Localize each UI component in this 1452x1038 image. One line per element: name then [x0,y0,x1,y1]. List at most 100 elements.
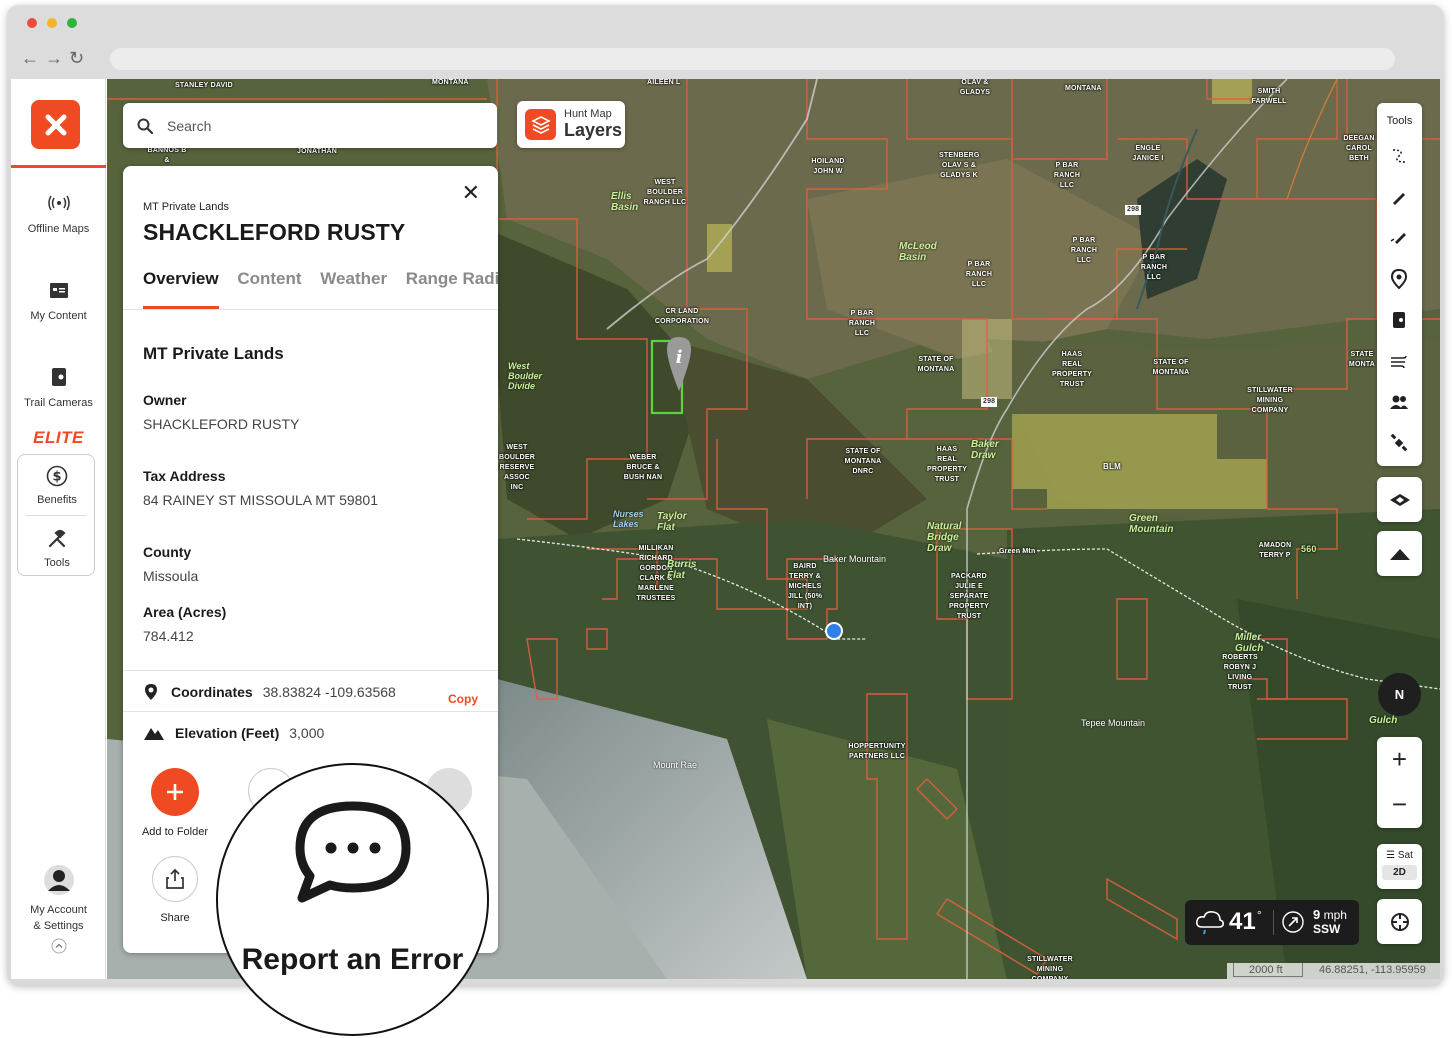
tab-content[interactable]: Content [237,269,301,289]
search-icon [137,118,153,134]
location-pin-icon [145,684,157,700]
tab-range-radius[interactable]: Range Radius [406,269,498,289]
layers-title: Layers [564,120,623,140]
map-owner-label: P BAR RANCH LLC [1140,254,1168,281]
minimize-window-dot[interactable] [47,18,57,28]
tab-weather[interactable]: Weather [320,269,387,289]
address-bar[interactable] [110,48,1395,70]
elite-box-divider [26,515,86,516]
county-label: County [143,544,192,560]
users-icon[interactable] [1389,392,1409,412]
map-owner-label: STATE MONTA [1348,351,1376,368]
report-error-callout[interactable]: Report an Error [216,763,489,1036]
sidebar-item-account[interactable]: My Account & Settings [11,864,106,954]
map-owner-label: CR LAND CORPORATION [654,308,710,325]
elevation-row: Elevation (Feet) 3,000 [143,721,324,745]
temperature-value: 41 [1229,908,1256,935]
draw-line-icon[interactable] [1389,187,1409,207]
map-owner-label: STATE OF MONTANA DNRC [844,448,882,475]
elevation-label: Elevation (Feet) [175,725,280,741]
offline-signal-icon [11,191,106,215]
trail-camera-icon[interactable] [1389,310,1409,330]
mountain-icon [144,728,164,740]
tab-overview[interactable]: Overview [143,269,219,289]
elite-badge: ELITE [33,428,84,447]
maximize-window-dot[interactable] [67,18,77,28]
hunt-map-layers-button[interactable]: Hunt Map Layers [517,101,625,148]
wind-speed: 9 [1313,907,1321,922]
add-to-folder-button[interactable]: Add to Folder [133,768,217,838]
report-error-label: Report an Error [241,943,464,976]
map-owner-label: MONTANA [432,79,469,86]
wind-icon[interactable] [1389,351,1409,371]
forward-arrow-icon[interactable]: → [45,49,63,67]
terrain-button[interactable] [1377,531,1422,576]
map-owner-label: OLAV & GLADYS [959,79,991,96]
map-owner-label: P BAR RANCH LLC [848,310,876,337]
share-button[interactable]: Share [133,856,217,924]
basemap-mode: 2D [1382,865,1417,880]
weather-widget[interactable]: 41 ° 9 mph SSW [1185,900,1359,945]
road-shield: 298 [981,397,998,407]
scale-bar: 2000 ft 46.88251, -113.95959 [1227,963,1440,979]
mountain-icon [1389,548,1410,560]
map-owner-label: HOPPERTUNITY PARTNERS LLC [848,743,906,760]
sidebar-item-my-content[interactable]: My Content [11,278,106,322]
coordinates-label: Coordinates [171,684,253,700]
waypoint-pin-icon[interactable] [1389,269,1409,289]
sidebar-item-label: Trail Cameras [24,397,93,409]
sidebar-item-benefits[interactable]: $ Benefits [18,464,96,506]
compass-north-button[interactable]: N [1378,673,1421,716]
logo-x-icon [45,114,66,135]
terrain-3d-button[interactable] [1377,477,1422,522]
map-place-label: Ellis Basin [611,191,639,213]
map-place-label: Gulch [1369,715,1398,726]
map-owner-label: P BAR RANCH LLC [1070,237,1098,264]
copy-coordinates-button[interactable]: Copy [448,692,478,706]
map-owner-label: JONATHAN [297,148,337,155]
map-place-label: Natural Bridge Draw [927,521,962,554]
satellite-icon[interactable] [1389,433,1409,453]
sidebar-item-trail-cameras[interactable]: Trail Cameras [11,365,106,409]
zoom-in-button[interactable]: + [1377,737,1422,782]
coordinates-row: Coordinates 38.83824 -109.63568 [143,680,396,704]
road-label: 560 [1301,544,1317,554]
app-logo[interactable] [31,100,80,149]
plus-icon [151,768,199,816]
back-arrow-icon[interactable]: ← [21,49,39,67]
browser-window: ← → ↻ Offline Maps My Content Trail Came… [7,5,1444,985]
sidebar: Offline Maps My Content Trail Cameras EL… [11,79,106,979]
route-icon[interactable] [1389,146,1409,166]
draw-shape-icon[interactable] [1389,228,1409,248]
basemap-toggle[interactable]: ☰ Sat 2D [1377,844,1422,889]
chevron-up-icon[interactable] [11,938,106,954]
zoom-out-button[interactable]: − [1377,782,1422,827]
sidebar-item-offline-maps[interactable]: Offline Maps [11,191,106,235]
map-owner-label: PACKARD JULIE E SEPARATE PROPERTY TRUST [948,573,990,620]
reload-icon[interactable]: ↻ [69,49,84,67]
sidebar-item-tools[interactable]: Tools [18,527,96,569]
rain-cloud-icon [1196,911,1224,935]
search-bar[interactable]: Search [123,103,497,148]
benefits-label: Benefits [37,494,77,506]
cursor-coordinates: 46.88251, -113.95959 [1319,964,1426,976]
svg-text:$: $ [52,470,61,485]
close-icon[interactable]: ✕ [462,182,480,204]
account-label-line2: & Settings [33,920,84,932]
map-place-label: Nurses Lakes [613,509,644,529]
row-divider [123,670,498,671]
section-title: MT Private Lands [143,344,284,363]
wind-direction: SSW [1313,922,1341,936]
map-place-label: Baker Draw [971,439,999,461]
coordinates-value: 38.83824 -109.63568 [262,684,396,700]
search-input[interactable]: Search [167,118,211,134]
degree-symbol: ° [1257,908,1262,922]
tax-address-label: Tax Address [143,468,226,484]
map-owner-label: MONTANA [1065,85,1102,92]
close-window-dot[interactable] [27,18,37,28]
avatar-icon [11,864,106,896]
map-owner-label: ROBERTS ROBYN J LIVING TRUST [1222,654,1258,691]
tools-icon [18,527,96,551]
locate-me-button[interactable] [1377,899,1422,944]
panel-title: SHACKLEFORD RUSTY [143,219,406,245]
